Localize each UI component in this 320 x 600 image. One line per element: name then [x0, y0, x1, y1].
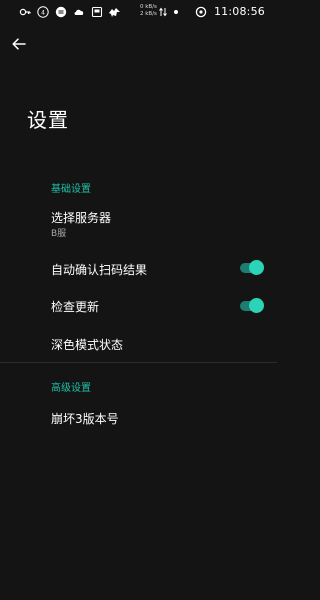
setting-check-update-title: 检查更新 — [51, 300, 100, 314]
notes-icon — [54, 6, 67, 19]
net-down-text: 2 kB/s — [140, 11, 157, 17]
data-transfer-icon — [159, 7, 167, 17]
setting-server-title: 选择服务器 — [51, 211, 112, 225]
auto-confirm-toggle[interactable] — [240, 259, 265, 277]
status-bar: 4 0 kB/s 2 kB/s 11:08:56 — [0, 0, 277, 24]
setting-dark-mode-title: 深色模式状态 — [51, 338, 124, 352]
tablet-icon — [90, 6, 103, 19]
check-update-toggle[interactable] — [240, 297, 265, 315]
page-title: 设置 — [27, 108, 69, 132]
sim-badge-icon: 4 — [36, 6, 49, 19]
net-up-text: 0 kB/s — [140, 4, 157, 10]
setting-auto-confirm-title: 自动确认扫码结果 — [51, 263, 148, 277]
notification-icons: 4 — [18, 5, 121, 19]
back-button[interactable] — [10, 35, 28, 53]
arrow-left-icon — [12, 38, 26, 50]
section-divider — [0, 362, 277, 363]
section-header-advanced: 高级设置 — [51, 383, 91, 394]
clock: 11:08:56 — [213, 5, 265, 18]
cloud-icon — [72, 6, 85, 19]
setting-server-value: B服 — [51, 229, 67, 239]
bird-icon — [108, 6, 121, 19]
section-header-basic: 基础设置 — [51, 184, 91, 195]
settings-screen: 4 0 kB/s 2 kB/s 11:08:56 设置 基础设置 选择服务器 B… — [0, 0, 277, 600]
svg-text:4: 4 — [41, 9, 45, 16]
vpn-key-icon — [18, 6, 31, 19]
setting-version-title: 崩坏3版本号 — [51, 412, 119, 426]
toggle-thumb — [249, 260, 264, 275]
data-saver-icon — [195, 5, 208, 18]
toggle-thumb — [249, 298, 264, 313]
network-speed: 0 kB/s 2 kB/s — [140, 4, 157, 18]
dot-indicator-icon — [174, 10, 178, 14]
status-right: 11:08:56 — [195, 5, 265, 18]
